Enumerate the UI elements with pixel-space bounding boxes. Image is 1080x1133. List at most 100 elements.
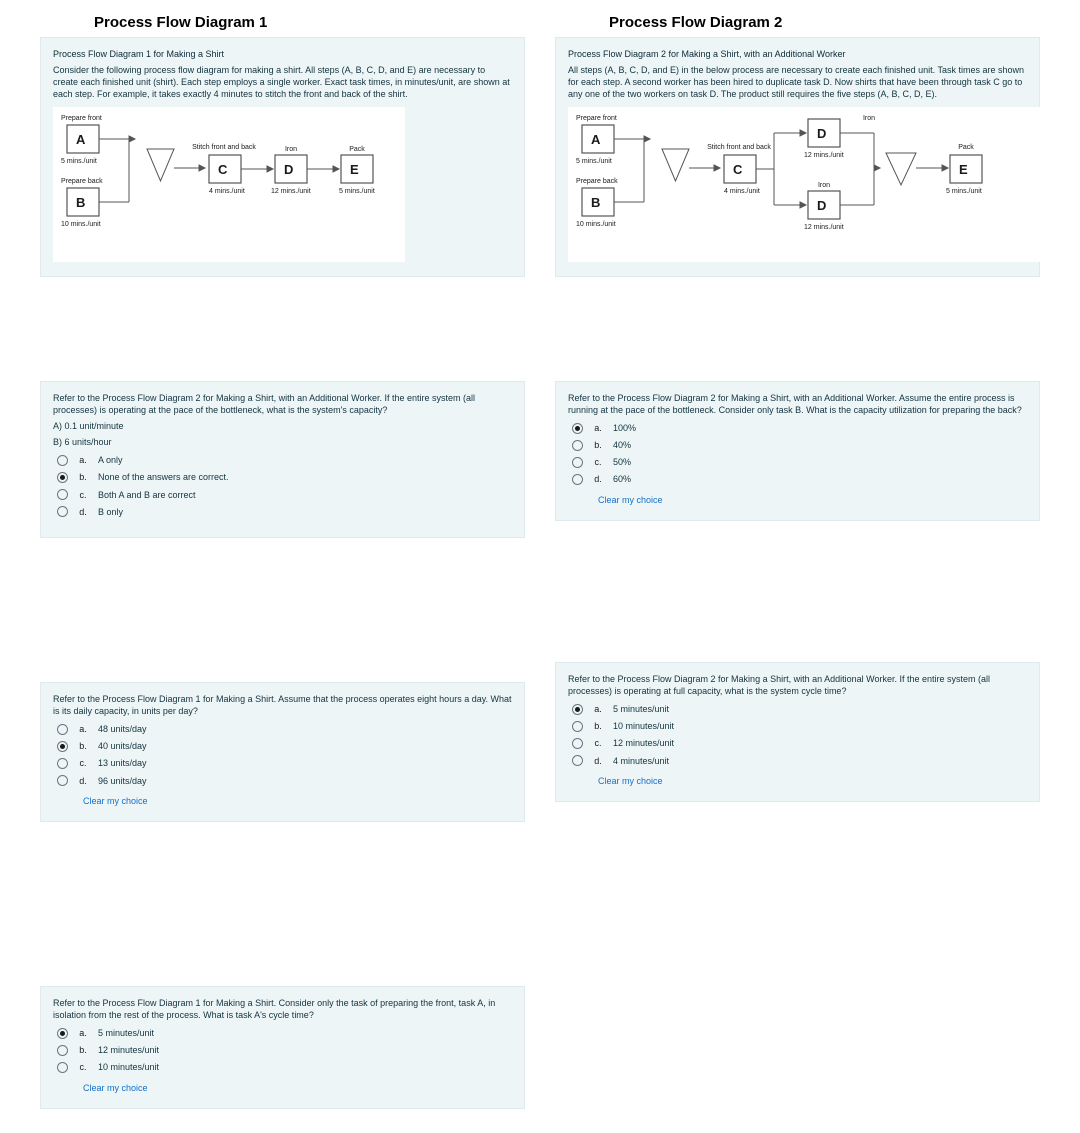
radio-icon[interactable] bbox=[57, 1045, 68, 1056]
option-row[interactable]: a.A only bbox=[57, 454, 512, 466]
radio-icon[interactable] bbox=[57, 1062, 68, 1073]
svg-text:A: A bbox=[591, 132, 601, 147]
option-row[interactable]: a.48 units/day bbox=[57, 723, 512, 735]
svg-text:E: E bbox=[350, 162, 359, 177]
card-diagram-1: Process Flow Diagram 1 for Making a Shir… bbox=[40, 37, 525, 277]
option-key: a. bbox=[76, 1027, 90, 1039]
radio-icon[interactable] bbox=[572, 457, 583, 468]
option-key: b. bbox=[76, 740, 90, 752]
diagram1-desc: Consider the following process flow diag… bbox=[53, 64, 512, 100]
radio-icon[interactable] bbox=[57, 741, 68, 752]
option-text: 4 minutes/unit bbox=[613, 755, 669, 767]
q5-clear[interactable]: Clear my choice bbox=[83, 1082, 512, 1094]
diagram2-desc: All steps (A, B, C, D, and E) in the bel… bbox=[568, 64, 1027, 100]
radio-icon[interactable] bbox=[57, 506, 68, 517]
option-row[interactable]: b.10 minutes/unit bbox=[572, 720, 1027, 732]
option-text: B only bbox=[98, 506, 123, 518]
option-text: 12 minutes/unit bbox=[98, 1044, 159, 1056]
option-text: 100% bbox=[613, 422, 636, 434]
question-2: Refer to the Process Flow Diagram 2 for … bbox=[555, 381, 1040, 521]
q3-options: a.48 units/day b.40 units/day c. 13 units/d… bbox=[53, 723, 512, 787]
q1-options: a.A only b.None of the answers are correc… bbox=[53, 454, 512, 518]
radio-icon[interactable] bbox=[57, 489, 68, 500]
option-row[interactable]: b.12 minutes/unit bbox=[57, 1044, 512, 1056]
option-row[interactable]: a. 100% bbox=[572, 422, 1027, 434]
svg-text:Iron: Iron bbox=[285, 146, 297, 153]
svg-text:A: A bbox=[76, 132, 86, 147]
q4-options: a. 5 minutes/unit b.10 minutes/unit c.12 mi… bbox=[568, 703, 1027, 767]
question-3: Refer to the Process Flow Diagram 1 for … bbox=[40, 682, 525, 822]
svg-text:B: B bbox=[591, 195, 600, 210]
option-key: d. bbox=[591, 473, 605, 485]
radio-icon[interactable] bbox=[57, 472, 68, 483]
svg-text:D: D bbox=[817, 126, 826, 141]
option-text: 10 minutes/unit bbox=[98, 1061, 159, 1073]
option-row[interactable]: d. 60% bbox=[572, 473, 1027, 485]
radio-icon[interactable] bbox=[57, 758, 68, 769]
option-text: 13 units/day bbox=[98, 757, 147, 769]
svg-text:C: C bbox=[218, 162, 228, 177]
svg-text:D: D bbox=[284, 162, 293, 177]
option-row[interactable]: b.None of the answers are correct. bbox=[57, 471, 512, 483]
option-row[interactable]: c.50% bbox=[572, 456, 1027, 468]
question-5: Refer to the Process Flow Diagram 1 for … bbox=[40, 986, 525, 1109]
option-row[interactable]: a.5 minutes/unit bbox=[57, 1027, 512, 1039]
svg-text:Prepare front: Prepare front bbox=[61, 115, 102, 122]
diagram1-title: Process Flow Diagram 1 for Making a Shir… bbox=[53, 48, 512, 60]
diagram1-figure: Prepare front A 5 mins./unit Prepare bac… bbox=[53, 107, 405, 262]
option-row[interactable]: c.Both A and B are correct bbox=[57, 489, 512, 501]
q2-text: Refer to the Process Flow Diagram 2 for … bbox=[568, 392, 1027, 416]
radio-icon[interactable] bbox=[572, 474, 583, 485]
radio-icon[interactable] bbox=[57, 775, 68, 786]
option-text: 60% bbox=[613, 473, 631, 485]
option-key: a. bbox=[591, 422, 605, 434]
option-key: d. bbox=[76, 775, 90, 787]
option-row[interactable]: c.10 minutes/unit bbox=[57, 1061, 512, 1073]
option-text: 40% bbox=[613, 439, 631, 451]
radio-icon[interactable] bbox=[572, 423, 583, 434]
svg-text:12 mins./unit: 12 mins./unit bbox=[804, 224, 844, 231]
svg-text:Pack: Pack bbox=[349, 146, 365, 153]
q2-clear[interactable]: Clear my choice bbox=[598, 494, 1027, 506]
radio-icon[interactable] bbox=[572, 721, 583, 732]
q1-lineB: B) 6 units/hour bbox=[53, 436, 512, 448]
option-key: d. bbox=[591, 755, 605, 767]
radio-icon[interactable] bbox=[572, 440, 583, 451]
svg-text:10 mins./unit: 10 mins./unit bbox=[61, 221, 101, 228]
svg-text:Prepare front: Prepare front bbox=[576, 115, 617, 122]
q4-clear[interactable]: Clear my choice bbox=[598, 775, 1027, 787]
option-key: b. bbox=[591, 720, 605, 732]
svg-text:4 mins./unit: 4 mins./unit bbox=[209, 188, 245, 195]
svg-text:Iron: Iron bbox=[818, 182, 830, 189]
diagram2-title: Process Flow Diagram 2 for Making a Shir… bbox=[568, 48, 1027, 60]
option-key: a. bbox=[76, 723, 90, 735]
option-row[interactable]: d.96 units/day bbox=[57, 775, 512, 787]
option-row[interactable]: b.40 units/day bbox=[57, 740, 512, 752]
option-row[interactable]: d.B only bbox=[57, 506, 512, 518]
option-row[interactable]: c. 13 units/day bbox=[57, 757, 512, 769]
option-row[interactable]: d. 4 minutes/unit bbox=[572, 755, 1027, 767]
q1-text: Refer to the Process Flow Diagram 2 for … bbox=[53, 392, 512, 416]
radio-icon[interactable] bbox=[57, 1028, 68, 1039]
card-diagram-2: Process Flow Diagram 2 for Making a Shir… bbox=[555, 37, 1040, 277]
radio-icon[interactable] bbox=[57, 724, 68, 735]
radio-icon[interactable] bbox=[572, 738, 583, 749]
radio-icon[interactable] bbox=[57, 455, 68, 466]
q5-options: a.5 minutes/unit b.12 minutes/unit c.10 mi… bbox=[53, 1027, 512, 1073]
option-key: c. bbox=[591, 456, 605, 468]
option-text: 5 minutes/unit bbox=[613, 703, 669, 715]
svg-text:B: B bbox=[76, 195, 85, 210]
svg-text:Prepare back: Prepare back bbox=[576, 178, 618, 185]
svg-text:Prepare back: Prepare back bbox=[61, 178, 103, 185]
q3-clear[interactable]: Clear my choice bbox=[83, 795, 512, 807]
option-key: a. bbox=[76, 454, 90, 466]
svg-text:12 mins./unit: 12 mins./unit bbox=[804, 152, 844, 159]
radio-icon[interactable] bbox=[572, 704, 583, 715]
svg-text:Pack: Pack bbox=[958, 144, 974, 151]
radio-icon[interactable] bbox=[572, 755, 583, 766]
option-row[interactable]: a. 5 minutes/unit bbox=[572, 703, 1027, 715]
option-key: c. bbox=[76, 757, 90, 769]
option-row[interactable]: b.40% bbox=[572, 439, 1027, 451]
option-row[interactable]: c.12 minutes/unit bbox=[572, 737, 1027, 749]
option-key: a. bbox=[591, 703, 605, 715]
